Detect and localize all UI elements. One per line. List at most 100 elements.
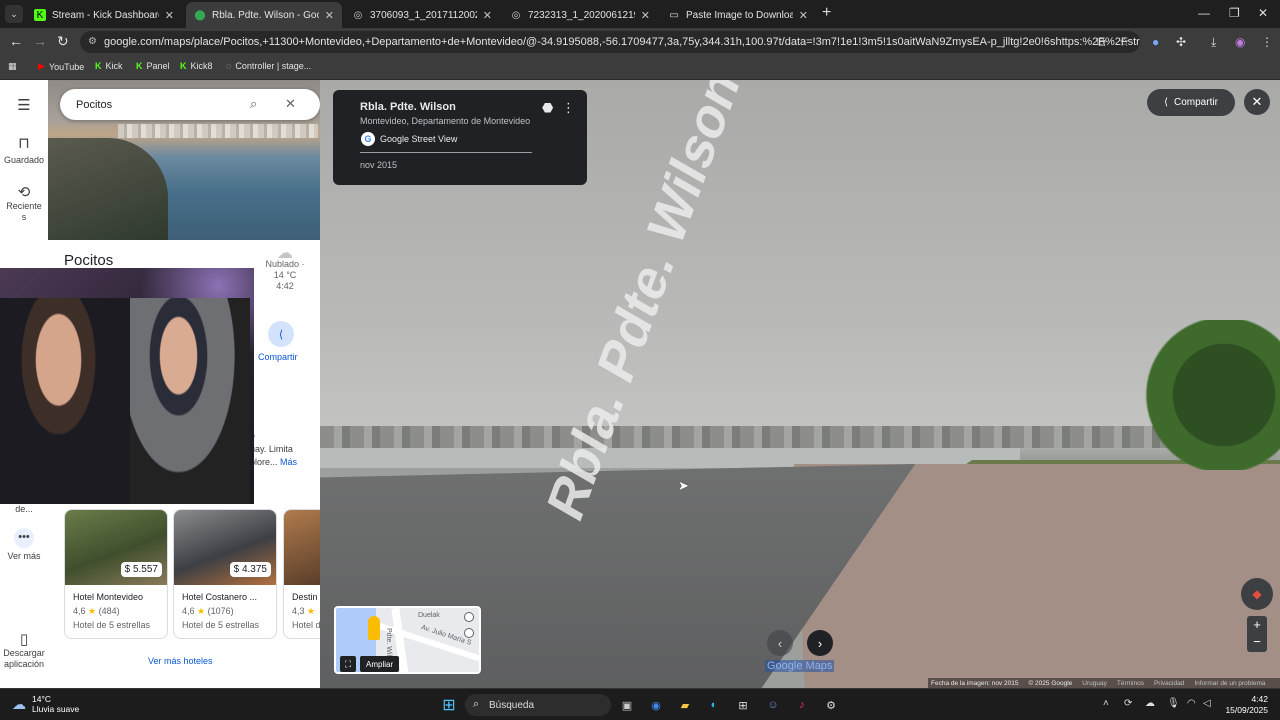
address-bar[interactable]: ⚙ google.com/maps/place/Pocitos,+11300+M… [80, 31, 1140, 53]
site-info-icon[interactable]: ⚙ [88, 36, 97, 47]
tray-expand-icon[interactable]: ˄ [1103, 698, 1109, 709]
tab-kick-dashboard[interactable]: K Stream - Kick Dashboard ✕ [26, 2, 182, 28]
rail-item-download-app[interactable]: ▯ Descargar aplicación [0, 632, 48, 670]
footer-link[interactable]: Términos [1117, 680, 1144, 687]
tab-paste-image[interactable]: ▭ Paste Image to Download ✕ [660, 2, 816, 28]
restore-icon[interactable]: ❐ [1229, 6, 1240, 20]
bookmark-panel[interactable]: K Panel [136, 61, 170, 71]
street-view-info-card: Rbla. Pdte. Wilson Montevideo, Departame… [333, 90, 587, 185]
minimap-control-icon[interactable] [464, 612, 474, 622]
tab-image-1[interactable]: ◎ 3706093_1_20171120021711.jp ✕ [344, 2, 500, 28]
rail-item-more[interactable]: ••• Ver más [0, 528, 48, 561]
close-tab-icon[interactable]: ✕ [483, 9, 492, 22]
puzzle-icon[interactable]: ✣ [1176, 35, 1186, 49]
file-explorer-icon[interactable]: ▰ [676, 696, 694, 714]
volume-icon[interactable]: ◁ [1203, 698, 1211, 709]
kick-icon: K [34, 9, 46, 21]
windows-start-icon[interactable]: ⊞ [440, 696, 458, 714]
close-tab-icon[interactable]: ✕ [641, 9, 650, 22]
kick-icon: K [180, 61, 187, 71]
pegman-icon [368, 616, 380, 640]
avatar[interactable]: ◉ [1235, 35, 1245, 49]
more-options-icon[interactable]: ⋮ [562, 100, 575, 116]
close-window-icon[interactable]: ✕ [1258, 6, 1268, 20]
expand-icon[interactable]: ⛶ [340, 656, 356, 672]
star-icon: ★ [88, 606, 97, 616]
loading-icon: ◌ [226, 61, 232, 71]
bookmark-kick[interactable]: K Kick [95, 61, 123, 71]
rail-item-recent[interactable]: ⟲ Reciente s [0, 185, 48, 223]
close-tab-icon[interactable]: ✕ [165, 9, 174, 22]
footer-link[interactable]: Informar de un problema [1194, 680, 1265, 687]
forward-icon[interactable]: → [33, 33, 47, 49]
rain-cloud-icon: ☁ [12, 695, 26, 712]
previous-photo-icon[interactable]: ‹ [767, 630, 793, 656]
mini-map[interactable]: Duelak Pdte. Wilson Av. Julio María S ⛶ … [334, 606, 481, 674]
footer-link[interactable]: Uruguay [1082, 680, 1107, 687]
tray-cloud-icon[interactable]: ☁ [1145, 698, 1155, 709]
taskbar-search[interactable]: ⌕ Búsqueda [465, 694, 611, 716]
system-clock[interactable]: 4:42 15/09/2025 [1220, 694, 1268, 716]
store-icon[interactable]: ⊞ [734, 696, 752, 714]
footer-link[interactable]: Privacidad [1154, 680, 1184, 687]
back-icon[interactable]: ← [9, 33, 23, 49]
bookmark-youtube[interactable]: ▶ YouTube [38, 61, 84, 72]
zoom-out-icon[interactable]: − [1247, 633, 1267, 650]
close-tab-icon[interactable]: ✕ [325, 9, 334, 22]
menu-icon[interactable]: ⋮ [1261, 35, 1273, 49]
compass-icon[interactable]: ◆ [1241, 578, 1273, 610]
tab-image-2[interactable]: ◎ 7232313_1_20200612191812.jp ✕ [502, 2, 658, 28]
discord-icon[interactable]: ☺ [764, 696, 782, 714]
chrome-icon[interactable]: ◉ [647, 696, 665, 714]
location-pin-icon[interactable]: ⬣ [542, 100, 553, 116]
install-app-icon[interactable]: ⧉ [1097, 35, 1106, 50]
minimize-icon[interactable]: — [1198, 6, 1210, 20]
extension-icon[interactable]: ● [1152, 35, 1159, 49]
share-button[interactable]: ⟨ Compartir [1147, 89, 1235, 116]
new-tab-icon[interactable]: + [822, 4, 831, 22]
edge-icon[interactable]: ◐ [705, 696, 723, 714]
bookmark-kick8[interactable]: K Kick8 [180, 61, 213, 71]
google-icon: G [361, 132, 375, 146]
minimap-control-icon[interactable] [464, 628, 474, 638]
tab-search-dropdown[interactable]: ⌄ [5, 5, 23, 23]
search-input[interactable] [76, 98, 236, 111]
download-icon[interactable]: ⤓ [1211, 35, 1216, 50]
share-icon[interactable]: ⟨ [268, 321, 294, 347]
close-tab-icon[interactable]: ✕ [799, 9, 808, 22]
clear-search-icon[interactable]: ✕ [285, 96, 296, 112]
star-icon[interactable]: ☆ [1119, 35, 1130, 49]
hotel-card[interactable]: $ 5.557 Hotel Montevideo 4,6 ★ (484) Hot… [64, 509, 168, 639]
hamburger-menu-icon[interactable]: ☰ [0, 96, 48, 117]
search-icon[interactable]: ⌕ [250, 96, 257, 112]
youtube-icon: ▶ [38, 61, 45, 71]
task-view-icon[interactable]: ▣ [618, 696, 636, 714]
zoom-in-icon[interactable]: + [1247, 616, 1267, 633]
more-hotels-link[interactable]: Ver más hoteles [148, 656, 213, 666]
tab-google-maps[interactable]: ⬤ Rbla. Pdte. Wilson - Google Ma ✕ [186, 2, 342, 28]
close-street-view-icon[interactable]: ✕ [1244, 89, 1270, 115]
search-icon: ⌕ [473, 698, 480, 710]
next-photo-icon[interactable]: › [807, 630, 833, 656]
microphone-icon[interactable]: 🎙 [1167, 698, 1180, 709]
rail-item-saved[interactable]: ⊓ Guardado [0, 134, 48, 165]
app-icon[interactable]: ⚙ [822, 696, 840, 714]
rail-item-partial[interactable]: de... [0, 504, 48, 514]
taskbar-weather[interactable]: ☁ 14°C Lluvia suave [12, 694, 79, 714]
star-icon: ★ [197, 606, 206, 616]
hotel-card[interactable]: $ 4.375 Hotel Costanero ... 4,6 ★ (1076)… [173, 509, 277, 639]
document-icon: ▭ [669, 9, 679, 21]
reload-icon[interactable]: ↻ [57, 33, 69, 50]
webcam-overlay [0, 268, 254, 504]
bookmark-controller[interactable]: ◌ Controller | stage... [226, 61, 311, 71]
tiktok-icon[interactable]: ♪ [793, 696, 811, 714]
apps-icon[interactable]: ▦ [8, 61, 17, 72]
share-icon: ⟨ [1164, 97, 1168, 108]
tray-sync-icon[interactable]: ⟳ [1124, 698, 1132, 709]
street-city: Montevideo, Departamento de Montevideo [360, 116, 531, 126]
capture-date[interactable]: nov 2015 [360, 160, 397, 170]
share-button-label[interactable]: Compartir [258, 352, 298, 362]
wifi-icon[interactable]: ◠ [1187, 698, 1196, 709]
hotel-card[interactable]: Destin 4,3 ★ Hotel d [283, 509, 320, 639]
more-link[interactable]: Más [280, 457, 297, 467]
